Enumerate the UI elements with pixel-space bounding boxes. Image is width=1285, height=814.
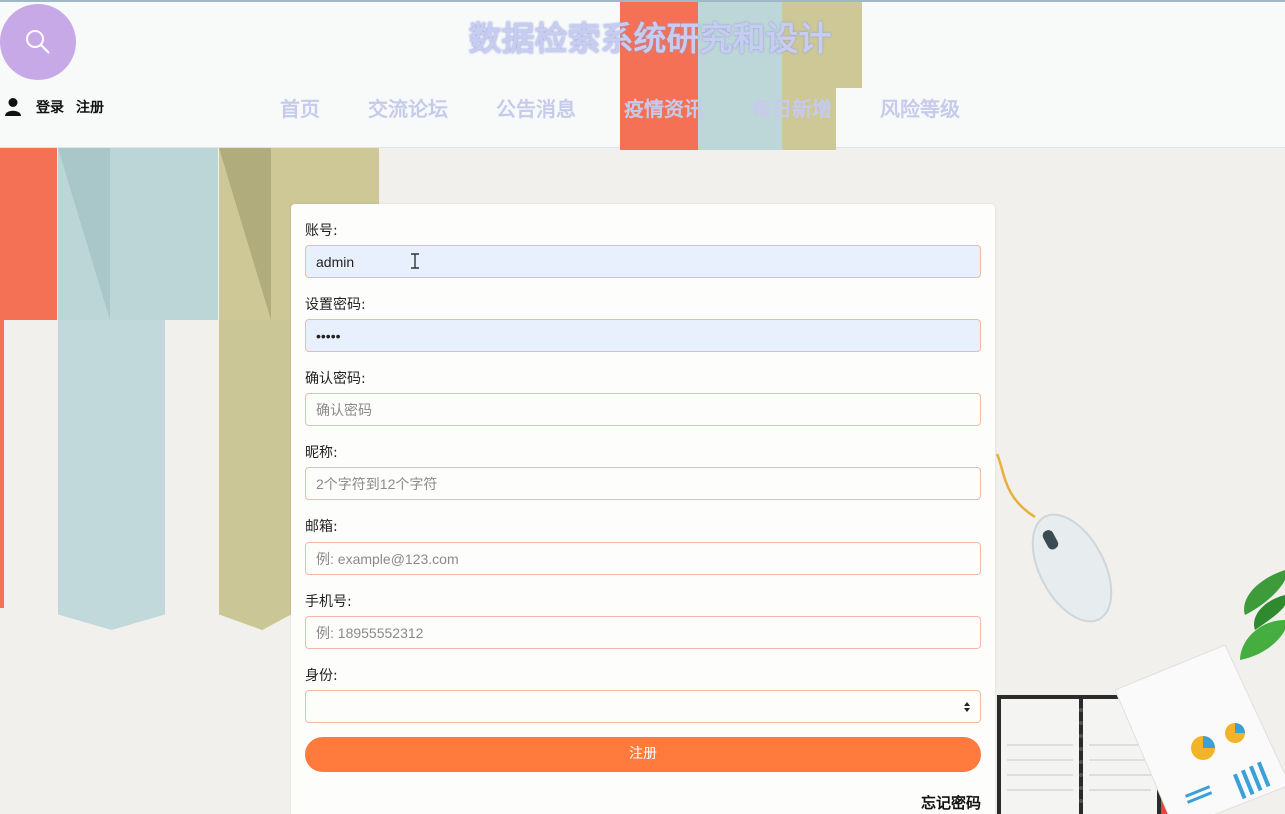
bg-ribbon-red <box>0 148 57 320</box>
register-link[interactable]: 注册 <box>76 97 104 117</box>
bg-ribbon-red-tail <box>0 320 4 608</box>
site-header: 数据检索系统研究和设计 登录 注册 首页 交流论坛 公告消息 疫情资讯 每日新增… <box>0 0 1285 150</box>
plant-decoration <box>1240 570 1285 660</box>
user-icon <box>5 98 21 116</box>
nickname-label: 昵称: <box>305 445 338 461</box>
bg-ribbon-blue-tail <box>58 320 165 630</box>
site-title: 数据检索系统研究和设计 <box>468 19 832 58</box>
confirm-password-input[interactable] <box>305 393 981 426</box>
register-form: 账号: 设置密码: 确认密码: 昵称: 邮箱: 手机号: 身份: 注册 忘记密码 <box>291 204 995 814</box>
phone-label: 手机号: <box>305 594 352 610</box>
phone-input[interactable] <box>305 616 981 649</box>
forgot-password-link[interactable]: 忘记密码 <box>921 792 981 813</box>
account-label: 账号: <box>305 223 338 239</box>
account-input[interactable] <box>305 245 981 278</box>
password-label: 设置密码: <box>305 297 366 313</box>
identity-label: 身份: <box>305 668 338 684</box>
bg-ribbon-olive-tail <box>219 320 291 630</box>
login-link[interactable]: 登录 <box>36 97 64 117</box>
register-submit-button[interactable]: 注册 <box>305 737 981 772</box>
nickname-input[interactable] <box>305 467 981 500</box>
password-input[interactable] <box>305 319 981 352</box>
text-cursor-icon <box>411 253 419 269</box>
email-label: 邮箱: <box>305 519 338 535</box>
nav-item-risk-level[interactable]: 风险等级 <box>880 93 960 122</box>
nav-item-announcements[interactable]: 公告消息 <box>496 93 576 122</box>
confirm-password-label: 确认密码: <box>305 371 366 387</box>
auth-links: 登录 注册 <box>4 96 104 118</box>
nav-item-forum[interactable]: 交流论坛 <box>368 93 448 122</box>
select-arrows-icon <box>964 702 970 712</box>
email-input[interactable] <box>305 542 981 575</box>
identity-select[interactable] <box>305 690 981 723</box>
main-nav: 首页 交流论坛 公告消息 疫情资讯 每日新增 风险等级 <box>256 92 984 122</box>
nav-item-home[interactable]: 首页 <box>280 93 320 122</box>
nav-item-epidemic-news[interactable]: 疫情资讯 <box>624 93 704 122</box>
nav-item-daily-new[interactable]: 每日新增 <box>752 93 832 122</box>
mouse-decoration <box>1031 513 1113 623</box>
